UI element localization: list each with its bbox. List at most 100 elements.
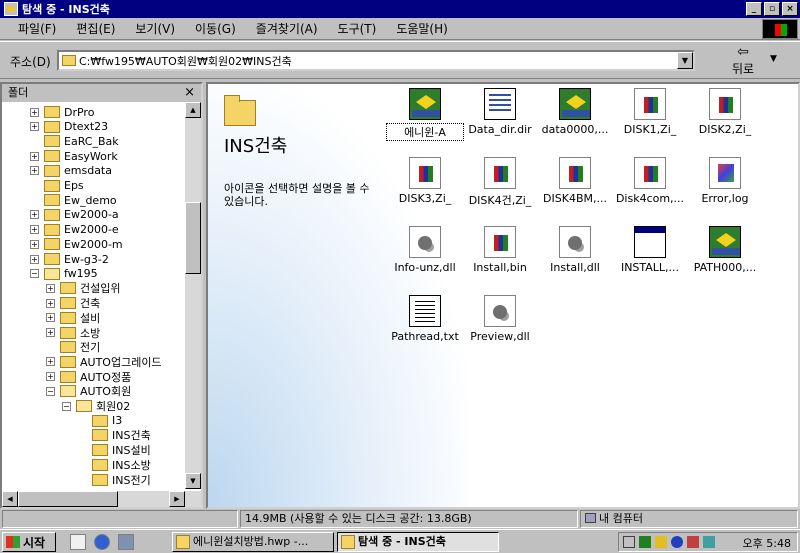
scroll-left-icon[interactable]: ◀ [2,491,18,507]
file-item[interactable]: data0000,... [536,88,614,136]
expand-icon[interactable]: + [46,357,55,367]
network-icon[interactable] [623,536,635,548]
expand-icon[interactable]: + [46,372,55,382]
file-item[interactable]: Error,log [686,157,764,205]
task-hwp-document[interactable]: 에니윈설치방법.hwp -... [172,532,334,552]
tree-item[interactable]: + 건설입위 [46,281,120,295]
channel-icon[interactable] [118,534,134,550]
tree-item[interactable]: + 설비 [46,311,100,325]
menu-help[interactable]: 도움말(H) [386,20,458,37]
tree-item[interactable]: INS설비 [78,443,151,457]
speaker-icon[interactable] [655,536,667,548]
file-item[interactable]: DISK1,Zi_ [611,88,689,136]
tree-item[interactable]: − AUTO회원 [46,384,131,398]
tree-item[interactable]: Eps [30,179,84,193]
tree-item[interactable]: INS소방 [78,458,151,472]
show-desktop-icon[interactable] [70,534,86,550]
expand-icon[interactable]: + [30,210,39,220]
scroll-down-icon[interactable]: ▼ [185,473,201,489]
file-item[interactable]: INSTALL,... [611,226,689,274]
close-button[interactable]: × [782,2,798,16]
tree-item[interactable]: + Ew2000-m [30,237,123,251]
file-item[interactable]: DISK4건,Zi_ [461,157,539,208]
expand-icon[interactable]: + [30,254,39,264]
collapse-icon[interactable]: − [46,386,55,396]
utility-icon[interactable] [687,536,699,548]
file-item[interactable]: Preview,dll [461,295,539,343]
task-explorer[interactable]: 탐색 중 - INS건축 [337,532,499,552]
expand-icon[interactable]: + [30,225,39,235]
tree-item[interactable]: + 소방 [46,326,100,340]
tree-item[interactable]: 전기 [46,340,100,354]
antivirus-icon[interactable] [671,536,683,548]
expand-icon[interactable]: + [30,122,39,132]
file-item[interactable]: DISK2,Zi_ [686,88,764,136]
expand-icon[interactable]: + [30,107,39,117]
tree-item[interactable]: − 회원02 [62,399,130,413]
tree-item[interactable]: INS건축 [78,428,151,442]
back-button[interactable]: ⇦ 뒤로 [718,44,768,78]
file-item[interactable]: Disk4com,... [611,157,689,205]
tree-item[interactable]: − fw195 [30,267,98,281]
scroll-right-icon[interactable]: ▶ [169,491,185,507]
expand-icon[interactable]: + [46,328,55,337]
address-dropdown-button[interactable]: ▼ [677,52,693,69]
tree-item[interactable]: + Ew2000-a [30,208,119,222]
h-scroll-thumb[interactable] [18,491,118,507]
menu-tools[interactable]: 도구(T) [328,20,387,37]
file-item[interactable]: Info-unz,dll [386,226,464,274]
back-dropdown-icon[interactable]: ▼ [770,54,777,64]
tree-item[interactable]: EaRC_Bak [30,134,119,148]
expand-icon[interactable]: + [46,313,55,323]
tree-horizontal-scrollbar[interactable]: ◀ ▶ [2,491,201,507]
tree-item[interactable]: + emsdata [30,164,112,178]
expand-icon[interactable]: + [30,151,39,161]
tree-item[interactable]: + 건축 [46,296,100,310]
tree-vertical-scrollbar[interactable]: ▲ ▼ [185,102,201,489]
menu-edit[interactable]: 편집(E) [66,20,125,37]
tree-item[interactable]: + Ew-g3-2 [30,252,109,266]
monitor-icon[interactable] [703,536,715,548]
address-input[interactable]: C:₩fw195₩AUTO회원₩회원02₩INS건축 ▼ [57,50,695,71]
file-item[interactable]: DISK3,Zi_ [386,157,464,205]
folder-icon [44,223,60,236]
tree-item[interactable]: + AUTO정품 [46,370,131,384]
menu-file[interactable]: 파일(F) [8,20,66,37]
file-item[interactable]: Install,dll [536,226,614,274]
file-item[interactable]: 에니윈-A [386,88,464,141]
ime-icon[interactable] [639,536,651,548]
scroll-thumb[interactable] [185,202,201,274]
close-pane-icon[interactable]: × [184,84,195,102]
tree-item[interactable]: + Ew2000-e [30,223,119,237]
tree-item[interactable]: + Dtext23 [30,120,108,134]
file-item[interactable]: Install,bin [461,226,539,274]
expand-icon[interactable]: + [30,239,39,249]
clock[interactable]: 오후 5:48 [743,535,791,551]
menu-view[interactable]: 보기(V) [125,20,185,37]
menu-go[interactable]: 이동(G) [185,20,246,37]
file-item[interactable]: DISK4BM,... [536,157,614,205]
scroll-up-icon[interactable]: ▲ [185,102,201,118]
expand-icon[interactable]: + [30,166,39,176]
file-item[interactable]: Data_dir.dir [461,88,539,136]
tree-item[interactable]: + EasyWork [30,149,118,163]
maximize-button[interactable]: ▫ [764,2,780,16]
internet-explorer-icon[interactable] [94,534,110,550]
menu-favorites[interactable]: 즐겨찾기(A) [246,20,328,37]
tree-item[interactable]: + DrPro [30,105,94,119]
tree-item-label: Ew2000-m [64,237,123,251]
file-item[interactable]: PATH000,... [686,226,764,274]
start-button[interactable]: 시작 [2,532,56,552]
tree-item[interactable]: I3 [78,414,122,428]
folder-icon [44,194,60,207]
expand-icon[interactable]: + [46,283,55,293]
collapse-icon[interactable]: − [30,269,39,279]
file-item[interactable]: Pathread,txt [386,295,464,343]
minimize-button[interactable]: _ [746,2,762,16]
tree-item[interactable]: INS전기 [78,473,151,487]
collapse-icon[interactable]: − [62,401,71,411]
tree-item-label: AUTO정품 [80,370,132,384]
tree-item[interactable]: Ew_demo [30,193,117,207]
tree-item[interactable]: + AUTO업그레이드 [46,355,162,369]
expand-icon[interactable]: + [46,298,55,308]
